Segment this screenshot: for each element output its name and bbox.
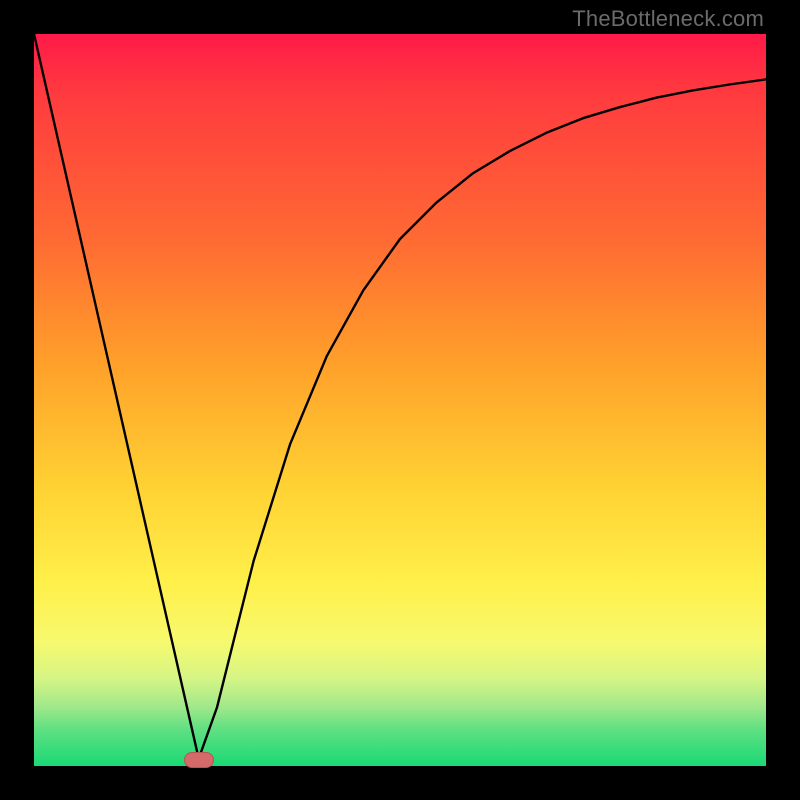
minimum-marker: [184, 752, 214, 768]
curve-svg: [34, 34, 766, 766]
curve-path: [34, 34, 766, 759]
plot-area: [34, 34, 766, 766]
watermark-text: TheBottleneck.com: [572, 6, 764, 32]
chart-container: TheBottleneck.com: [0, 0, 800, 800]
